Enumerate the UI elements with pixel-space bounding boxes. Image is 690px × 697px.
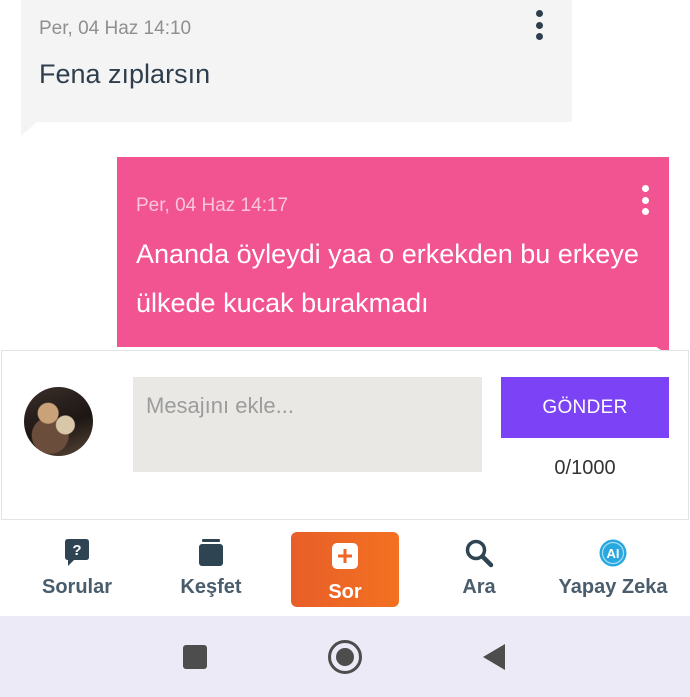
question-bubble-icon: ?: [62, 538, 92, 568]
nav-item-sorular[interactable]: ? Sorular: [24, 521, 130, 616]
character-counter: 0/1000: [554, 457, 616, 479]
nav-label: Yapay Zeka: [558, 576, 668, 598]
system-navigation-bar: [0, 616, 690, 697]
ai-badge-icon: AI: [598, 538, 628, 568]
message-input[interactable]: [133, 377, 482, 472]
more-options-icon[interactable]: [535, 10, 543, 40]
add-plus-icon: [331, 542, 359, 575]
nav-label: Sorular: [41, 576, 113, 598]
more-options-icon[interactable]: [641, 185, 649, 215]
svg-text:?: ?: [72, 542, 81, 559]
search-icon: [464, 538, 494, 568]
nav-item-sor[interactable]: Sor: [291, 532, 399, 607]
message-bubble-outgoing: Per, 04 Haz 14:17 Ananda öyleydi yaa o e…: [117, 157, 669, 347]
nav-label: Sor: [328, 581, 362, 603]
message-timestamp: Per, 04 Haz 14:17: [136, 195, 289, 216]
bubble-tail: [21, 122, 37, 136]
send-button[interactable]: GÖNDER: [501, 377, 669, 438]
nav-item-kesfet[interactable]: Keşfet: [158, 521, 264, 616]
recents-square-icon[interactable]: [183, 645, 207, 669]
nav-item-yapay-zeka[interactable]: AI Yapay Zeka: [550, 521, 676, 616]
message-text: Ananda öyleydi yaa o erkekden bu erkeye …: [136, 239, 639, 318]
svg-text:AI: AI: [607, 546, 620, 561]
nav-label: Ara: [462, 576, 496, 598]
home-circle-icon[interactable]: [328, 640, 362, 674]
back-triangle-icon[interactable]: [483, 644, 505, 670]
bottom-navigation: ? Sorular Keşfet Sor Ara AI Yapay Zeka: [0, 521, 690, 616]
message-composer: GÖNDER 0/1000: [1, 350, 689, 520]
nav-item-ara[interactable]: Ara: [426, 521, 532, 616]
nav-label: Keşfet: [180, 576, 242, 598]
message-text: Fena zıplarsın: [39, 59, 211, 89]
stack-cards-icon: [198, 538, 224, 568]
user-avatar[interactable]: [24, 387, 93, 456]
message-bubble-incoming: Per, 04 Haz 14:10 Fena zıplarsın: [21, 0, 572, 122]
message-timestamp: Per, 04 Haz 14:10: [39, 18, 192, 39]
